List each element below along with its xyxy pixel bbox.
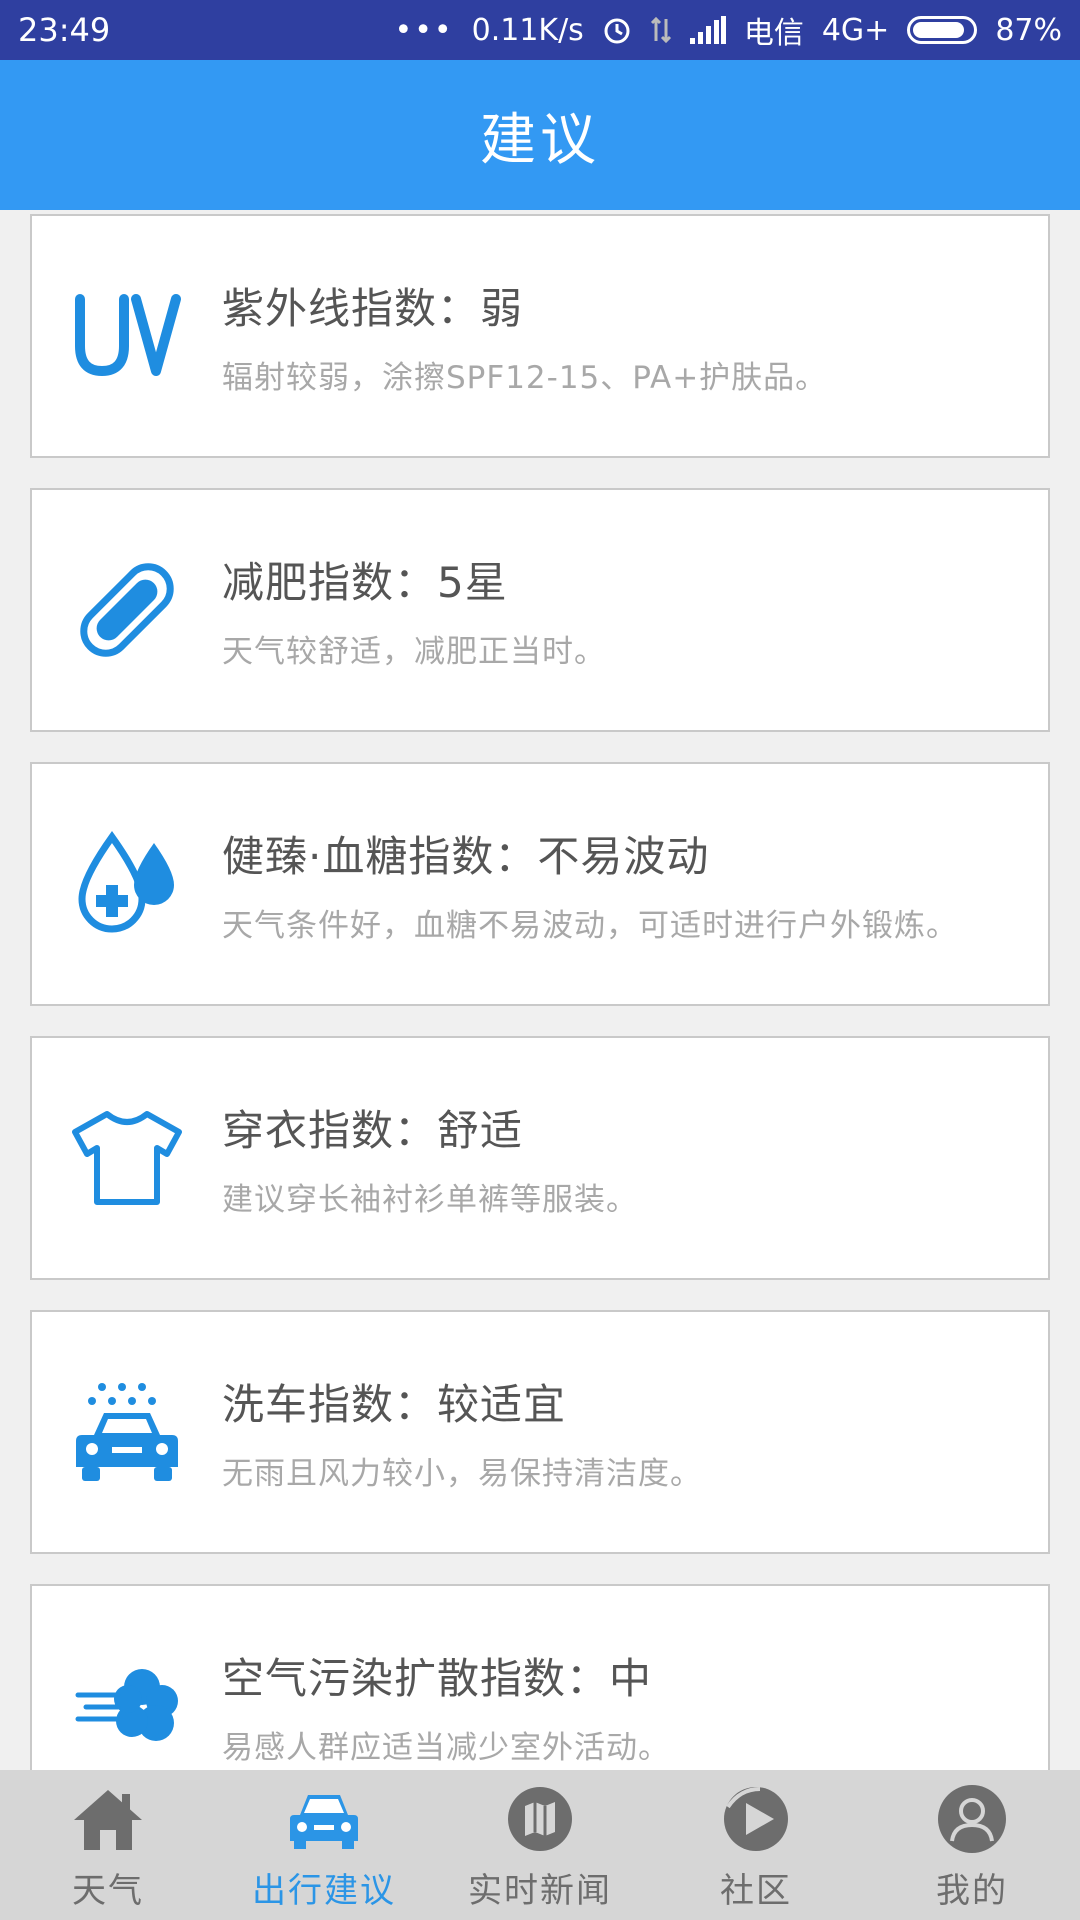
card-desc: 易感人群应适当减少室外活动。 <box>222 1730 670 1766</box>
more-dots-icon: ••• <box>394 12 454 48</box>
card-air-pollution[interactable]: 空气污染扩散指数：中 易感人群应适当减少室外活动。 <box>30 1584 1050 1770</box>
card-desc: 无雨且风力较小，易保持清洁度。 <box>222 1456 702 1492</box>
nav-label: 社区 <box>720 1870 792 1911</box>
car-icon <box>284 1779 364 1859</box>
card-desc: 天气条件好，血糖不易波动，可适时进行户外锻炼。 <box>222 908 958 944</box>
bottom-nav: 天气 出行建议 实时新闻 社区 我的 <box>0 1770 1080 1920</box>
play-circle-icon <box>716 1779 796 1859</box>
nav-label: 天气 <box>72 1870 144 1911</box>
card-desc: 天气较舒适，减肥正当时。 <box>222 634 606 670</box>
card-title: 紫外线指数：弱 <box>222 284 524 333</box>
card-title: 减肥指数：5星 <box>222 558 508 607</box>
card-title: 穿衣指数：舒适 <box>222 1106 524 1155</box>
card-uv[interactable]: 紫外线指数：弱 辐射较弱，涂擦SPF12-15、PA+护肤品。 <box>30 214 1050 458</box>
air-pollution-icon <box>32 1586 222 1770</box>
card-title: 健臻·血糖指数：不易波动 <box>222 832 710 881</box>
signal-icon <box>689 16 726 44</box>
nav-item-me[interactable]: 我的 <box>864 1770 1080 1920</box>
card-car-wash[interactable]: 洗车指数：较适宜 无雨且风力较小，易保持清洁度。 <box>30 1310 1050 1554</box>
nav-item-travel-advice[interactable]: 出行建议 <box>216 1770 432 1920</box>
battery-level: 87% <box>995 12 1062 48</box>
card-desc: 建议穿长袖衬衫单裤等服装。 <box>222 1182 638 1218</box>
card-title: 洗车指数：较适宜 <box>222 1380 567 1429</box>
house-icon <box>68 1779 148 1859</box>
data-transfer-icon <box>650 15 672 45</box>
card-title: 空气污染扩散指数：中 <box>222 1654 653 1703</box>
page-title: 建议 <box>480 107 600 173</box>
nav-label: 实时新闻 <box>468 1870 612 1911</box>
card-weight-loss[interactable]: 减肥指数：5星 天气较舒适，减肥正当时。 <box>30 488 1050 732</box>
suggestion-list[interactable]: 紫外线指数：弱 辐射较弱，涂擦SPF12-15、PA+护肤品。 减肥指数：5星 … <box>0 210 1080 1770</box>
car-wash-icon <box>32 1312 222 1552</box>
uv-icon <box>32 216 222 456</box>
status-indicators: ••• 0.11K/s 电信 4G+ 87% <box>395 8 1062 52</box>
user-icon <box>932 1779 1012 1859</box>
status-bar: 23:49 ••• 0.11K/s 电信 4G+ 87% <box>0 0 1080 60</box>
carrier-name: 电信 <box>743 16 804 51</box>
battery-icon <box>907 16 978 44</box>
tshirt-icon <box>32 1038 222 1278</box>
nav-label: 出行建议 <box>252 1870 396 1911</box>
card-dressing[interactable]: 穿衣指数：舒适 建议穿长袖衬衫单裤等服装。 <box>30 1036 1050 1280</box>
card-blood-sugar[interactable]: 健臻·血糖指数：不易波动 天气条件好，血糖不易波动，可适时进行户外锻炼。 <box>30 762 1050 1006</box>
card-desc: 辐射较弱，涂擦SPF12-15、PA+护肤品。 <box>222 360 828 396</box>
blood-drop-icon <box>32 764 222 1004</box>
nav-item-weather[interactable]: 天气 <box>0 1770 216 1920</box>
network-speed: 0.11K/s <box>471 12 584 48</box>
bandage-icon <box>32 490 222 730</box>
page-title-bar: 建议 <box>0 60 1080 210</box>
network-type: 4G+ <box>821 12 890 48</box>
status-time: 23:49 <box>18 11 111 49</box>
alarm-icon <box>602 15 632 45</box>
map-icon <box>500 1779 580 1859</box>
nav-label: 我的 <box>936 1870 1008 1911</box>
nav-item-community[interactable]: 社区 <box>648 1770 864 1920</box>
nav-item-news[interactable]: 实时新闻 <box>432 1770 648 1920</box>
